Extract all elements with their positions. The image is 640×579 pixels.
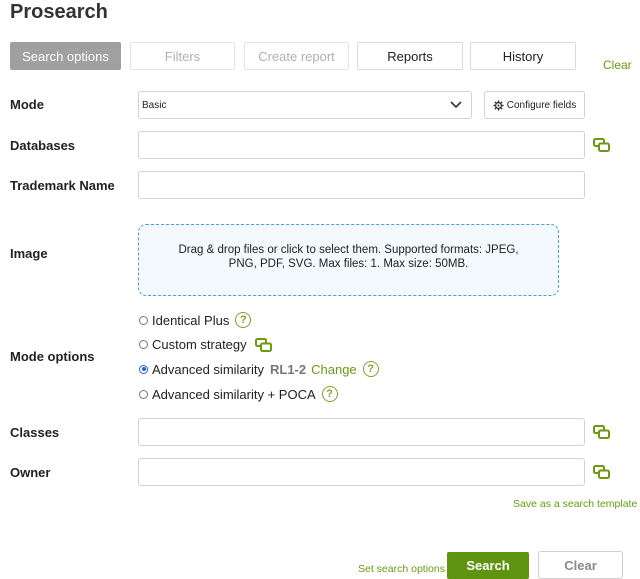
copy-window-icon[interactable] (593, 465, 610, 479)
tab-filters[interactable]: Filters (130, 42, 235, 70)
trademark-name-label: Trademark Name (10, 178, 115, 193)
question-circle-icon[interactable]: ? (322, 386, 338, 402)
tab-history[interactable]: History (470, 42, 576, 70)
option-custom-strategy[interactable]: Custom strategy (139, 337, 272, 352)
tab-search-options[interactable]: Search options (10, 42, 121, 70)
configure-fields-button[interactable]: Configure fields (484, 91, 585, 119)
classes-input[interactable] (138, 418, 585, 446)
trademark-name-input[interactable] (138, 171, 585, 199)
option-advanced-similarity[interactable]: Advanced similarity RL1-2 Change ? (139, 361, 379, 377)
mode-label: Mode (10, 97, 44, 112)
option-label: Custom strategy (152, 337, 247, 352)
copy-window-icon[interactable] (593, 425, 610, 439)
configure-fields-label: Configure fields (507, 100, 576, 111)
databases-label: Databases (10, 138, 75, 153)
owner-label: Owner (10, 465, 50, 480)
gear-icon (493, 100, 504, 111)
question-circle-icon[interactable]: ? (363, 361, 379, 377)
change-link[interactable]: Change (311, 362, 357, 377)
mode-options-label: Mode options (10, 349, 95, 364)
image-label: Image (10, 246, 48, 261)
dropzone-text-line1: Drag & drop files or click to select the… (178, 243, 518, 257)
option-advanced-similarity-poca[interactable]: Advanced similarity + POCA ? (139, 386, 338, 402)
strategy-tag: RL1-2 (270, 362, 306, 377)
mode-select[interactable]: Basic (138, 91, 472, 119)
clear-link[interactable]: Clear (603, 58, 632, 72)
clear-button[interactable]: Clear (538, 551, 623, 579)
option-label: Advanced similarity + POCA (152, 387, 316, 402)
mode-select-value: Basic (142, 100, 166, 111)
copy-window-icon[interactable] (593, 138, 610, 152)
set-search-options-link[interactable]: Set search options (358, 563, 445, 575)
databases-input[interactable] (138, 131, 585, 159)
save-template-link[interactable]: Save as a search template (513, 498, 637, 510)
copy-window-icon[interactable] (255, 338, 272, 352)
radio-advanced-similarity-poca[interactable] (139, 390, 148, 399)
chevron-down-icon (450, 101, 462, 109)
option-label: Advanced similarity (152, 362, 264, 377)
option-identical-plus[interactable]: Identical Plus ? (139, 312, 251, 328)
tab-reports[interactable]: Reports (357, 42, 463, 70)
classes-label: Classes (10, 425, 59, 440)
owner-input[interactable] (138, 458, 585, 486)
question-circle-icon[interactable]: ? (235, 312, 251, 328)
image-dropzone[interactable]: Drag & drop files or click to select the… (138, 224, 559, 296)
radio-advanced-similarity[interactable] (139, 365, 148, 374)
page-title: Prosearch (10, 1, 108, 24)
dropzone-text-line2: PNG, PDF, SVG. Max files: 1. Max size: 5… (229, 257, 469, 271)
tab-create-report[interactable]: Create report (244, 42, 349, 70)
radio-identical-plus[interactable] (139, 316, 148, 325)
search-button[interactable]: Search (447, 552, 529, 579)
radio-custom-strategy[interactable] (139, 340, 148, 349)
option-label: Identical Plus (152, 313, 229, 328)
